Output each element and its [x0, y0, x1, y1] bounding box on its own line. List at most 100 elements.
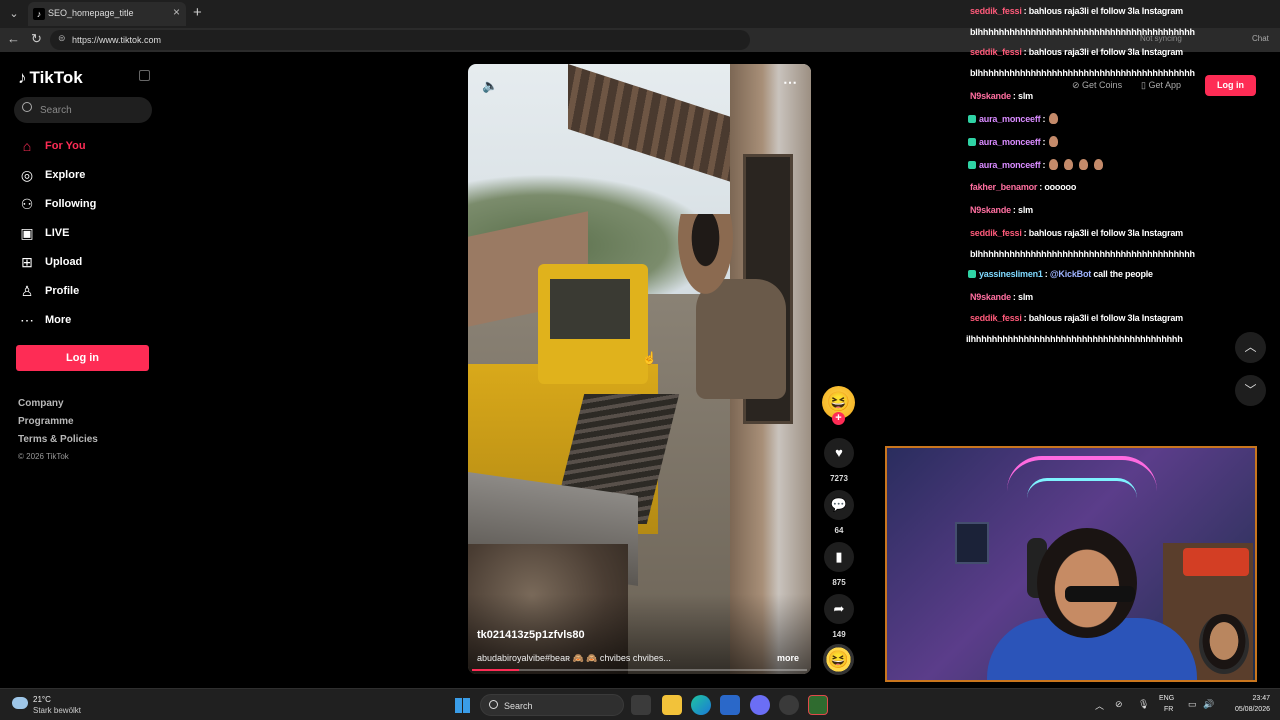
- more-icon: ⋯: [20, 312, 34, 328]
- microphone-icon[interactable]: 🎙: [1138, 699, 1149, 710]
- chat-username[interactable]: N9skande: [970, 205, 1011, 215]
- tiktok-logo[interactable]: ♪ TikTok: [18, 68, 83, 88]
- like-button[interactable]: ♥: [824, 438, 854, 468]
- collapse-sidebar-icon[interactable]: [139, 70, 150, 81]
- task-view-icon[interactable]: [631, 695, 651, 715]
- tray-expand-icon[interactable]: ︿: [1095, 699, 1104, 712]
- nav-upload[interactable]: ⊞ Upload: [18, 252, 148, 274]
- site-info-icon[interactable]: ⊜: [58, 33, 66, 44]
- nav-live[interactable]: ▣ LIVE: [18, 223, 148, 245]
- windows-start-icon[interactable]: [455, 698, 470, 713]
- weather-temperature[interactable]: 21°C: [33, 695, 51, 704]
- chat-message: N9skande: slm: [970, 292, 1033, 302]
- edge-icon[interactable]: [691, 695, 711, 715]
- chat-username[interactable]: aura_monceeff: [979, 114, 1041, 124]
- taskbar: 21°C Stark bewölkt Search ︿ ⊘ 🎙 ENG FR ▭…: [0, 688, 1280, 720]
- video-description: abudabiroyalvibe#beaʀ 🙈 🙈 chvibes chvibe…: [477, 653, 671, 663]
- taskbar-search-label: Search: [504, 701, 533, 711]
- share-button[interactable]: ➦: [824, 594, 854, 624]
- clock-date[interactable]: 05/08/2026: [1222, 706, 1270, 713]
- video-player[interactable]: 🔈 ⋯ tk021413z5p1zfvls80 abudabiroyalvibe…: [468, 64, 811, 674]
- home-icon: ⌂: [22, 138, 32, 154]
- next-video-button[interactable]: ﹀: [1235, 375, 1266, 406]
- nav-label: More: [45, 314, 72, 326]
- close-tab-icon[interactable]: ×: [173, 5, 180, 19]
- video-frame-man-body: [696, 279, 786, 399]
- bookmark-button[interactable]: ▮: [824, 542, 854, 572]
- keyboard-layout[interactable]: FR: [1164, 706, 1173, 713]
- chat-message: aura_monceeff:: [968, 159, 1109, 170]
- obs-icon[interactable]: [779, 695, 799, 715]
- nav-more[interactable]: ⋯ More: [18, 310, 148, 332]
- volume-tray-icon[interactable]: 🔊: [1203, 699, 1214, 710]
- volume-icon[interactable]: 🔈: [482, 78, 498, 94]
- chat-text: : slm: [1012, 91, 1033, 101]
- chat-username[interactable]: aura_monceeff: [979, 137, 1041, 147]
- chat-text: : slm: [1012, 292, 1033, 302]
- input-language[interactable]: ENG: [1159, 695, 1174, 702]
- kick-app-icon[interactable]: [808, 695, 828, 715]
- video-progress-bar[interactable]: [472, 669, 807, 671]
- video-username[interactable]: tk021413z5p1zfvls80: [477, 629, 585, 641]
- chat-username[interactable]: N9skande: [970, 91, 1011, 101]
- new-tab-icon[interactable]: +: [193, 4, 202, 21]
- store-icon[interactable]: [720, 695, 740, 715]
- chat-username[interactable]: seddik_fessi: [970, 6, 1022, 16]
- refresh-icon[interactable]: ↻: [31, 31, 42, 47]
- chat-username[interactable]: seddik_fessi: [970, 47, 1022, 57]
- chat-username[interactable]: seddik_fessi: [970, 228, 1022, 238]
- back-icon[interactable]: ←: [7, 31, 20, 46]
- chat-text: : bahlous raja3li el follow 3la Instagra…: [1023, 313, 1184, 323]
- upload-icon: ⊞: [21, 254, 33, 270]
- follow-plus-icon[interactable]: +: [832, 412, 845, 425]
- chat-mention[interactable]: @KickBot: [1050, 269, 1091, 279]
- comment-count: 64: [834, 526, 844, 535]
- share-arrow-icon: ➦: [833, 601, 845, 616]
- chat-username[interactable]: yassineslimen1: [979, 269, 1043, 279]
- network-off-icon[interactable]: ⊘: [1115, 699, 1123, 710]
- music-disc[interactable]: 😆: [823, 644, 854, 675]
- chat-badge-icon: [968, 161, 976, 169]
- nav-explore[interactable]: ◎ Explore: [18, 165, 148, 187]
- search-icon: [489, 700, 498, 709]
- description-more-link[interactable]: more: [777, 653, 799, 663]
- footer-programme-link[interactable]: Programme: [18, 416, 74, 427]
- video-options-icon[interactable]: ⋯: [783, 74, 797, 91]
- browser-tab[interactable]: ♪ SEO_homepage_title ×: [28, 2, 186, 26]
- chat-text: :: [1042, 137, 1046, 147]
- heart-icon: ♥: [835, 445, 843, 460]
- footer-terms-link[interactable]: Terms & Policies: [18, 434, 98, 445]
- profile-icon: ♙: [20, 283, 34, 299]
- login-button[interactable]: Log in: [16, 345, 149, 371]
- display-icon[interactable]: ▭: [1188, 699, 1197, 710]
- footer-company-link[interactable]: Company: [18, 398, 64, 409]
- chat-username[interactable]: aura_monceeff: [979, 160, 1041, 170]
- tab-list-chevron-icon[interactable]: ⌄: [4, 4, 24, 24]
- comment-button[interactable]: 💬: [824, 490, 854, 520]
- clock-time[interactable]: 23:47: [1222, 695, 1270, 702]
- nav-label: For You: [45, 140, 86, 152]
- chat-message: aura_monceeff:: [968, 136, 1064, 147]
- neon-light-cyan: [1027, 478, 1137, 518]
- url-field[interactable]: ⊜ https://www.tiktok.com: [50, 30, 750, 50]
- taskbar-search[interactable]: Search: [480, 694, 624, 716]
- chat-username[interactable]: N9skande: [970, 292, 1011, 302]
- chevron-down-icon: ﹀: [1244, 383, 1257, 397]
- nav-profile[interactable]: ♙ Profile: [18, 281, 148, 303]
- nav-for-you[interactable]: ⌂ For You: [18, 136, 148, 158]
- chat-text: : bahlous raja3li el follow 3la Instagra…: [1023, 6, 1184, 16]
- search-icon: [22, 102, 32, 112]
- nav-label: Explore: [45, 169, 86, 181]
- search-input[interactable]: Search: [14, 97, 152, 123]
- file-explorer-icon[interactable]: [662, 695, 682, 715]
- chat-username[interactable]: fakher_benamor: [970, 182, 1037, 192]
- weather-condition[interactable]: Stark bewölkt: [33, 706, 81, 715]
- chat-message: blhhhhhhhhhhhhhhhhhhhhhhhhhhhhhhhhhhhhhh…: [970, 27, 1195, 37]
- mouse-cursor-icon: ☝: [642, 351, 657, 365]
- discord-icon[interactable]: [750, 695, 770, 715]
- nav-label: Profile: [45, 285, 80, 297]
- nav-following[interactable]: ⚇ Following: [18, 194, 148, 216]
- video-frame-man-head: [678, 214, 733, 294]
- cloud-icon[interactable]: [12, 697, 28, 709]
- chat-username[interactable]: seddik_fessi: [970, 313, 1022, 323]
